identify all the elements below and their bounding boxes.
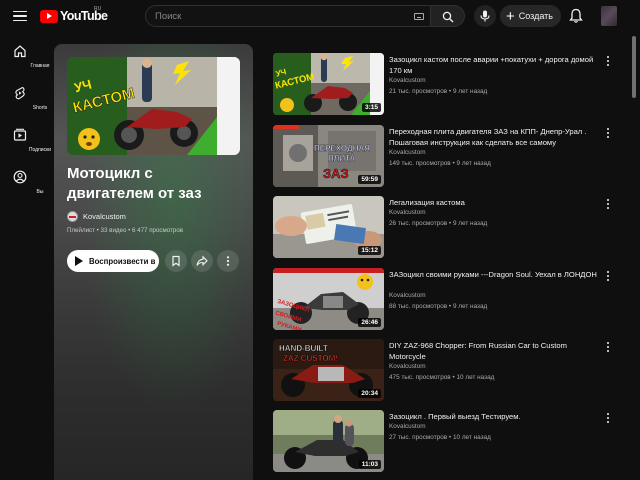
playlist-video-item[interactable]: ЗАЗОЦИКЛ СВОИМИ РУКАМИ 26:46 ЗАЗоцикл св… — [273, 268, 620, 332]
sidebar-item-subscriptions[interactable]: Подписки — [0, 120, 51, 160]
share-icon — [196, 255, 208, 267]
video-meta: 21 тыс. просмотров • 9 лет назад — [389, 88, 488, 95]
video-title[interactable]: Зазоцикл кастом после аварии +покатухи +… — [389, 54, 599, 76]
playlist-video-item[interactable]: 11:03 Зазоцикл . Первый выезд Тестируем.… — [273, 410, 620, 474]
search-button[interactable] — [431, 5, 465, 27]
save-icon — [172, 255, 180, 267]
video-duration: 59:59 — [358, 175, 381, 184]
svg-text:HAND-BUILT: HAND-BUILT — [279, 344, 328, 353]
bell-icon[interactable] — [569, 8, 583, 24]
video-duration: 20:34 — [358, 389, 381, 398]
top-bar: YouTube RU Поиск + Создать — [0, 0, 640, 32]
create-button[interactable]: + Создать — [500, 5, 561, 27]
video-channel[interactable]: Kovalcustom — [389, 363, 426, 370]
video-thumbnail[interactable]: 15:12 — [273, 196, 384, 258]
scrollbar-thumb[interactable] — [632, 36, 636, 98]
video-title[interactable]: Зазоцикл . Первый выезд Тестируем. — [389, 411, 599, 422]
video-duration: 26:46 — [358, 318, 381, 327]
video-channel[interactable]: Kovalcustom — [389, 423, 426, 430]
more-icon — [226, 256, 230, 266]
video-thumbnail[interactable]: ЗАЗОЦИКЛ СВОИМИ РУКАМИ 26:46 — [273, 268, 384, 330]
channel-name[interactable]: Kovalcustom — [83, 212, 126, 221]
video-more-icon[interactable] — [603, 342, 613, 354]
video-title[interactable]: Переходная плита двигателя ЗАЗ на КПП- Д… — [389, 126, 599, 148]
sidebar-item-shorts[interactable]: Shorts — [0, 78, 47, 118]
video-channel[interactable]: Kovalcustom — [389, 149, 426, 156]
play-all-button[interactable]: Воспроизвести все — [67, 250, 159, 272]
create-label: Создать — [518, 11, 553, 21]
you-icon — [13, 170, 27, 184]
playlist-thumbnail[interactable]: УЧ КАСТОМ — [67, 57, 240, 155]
playlist-video-item[interactable]: 15:12 Легализация кастома Kovalcustom 26… — [273, 196, 620, 260]
search-icon — [442, 11, 454, 23]
playlist-header: УЧ КАСТОМ Мотоцикл с двигателем от заз K… — [54, 44, 253, 480]
video-more-icon[interactable] — [603, 413, 613, 425]
playlist-video-item[interactable]: ПЕРЕХОДНАЯ ПЛИТА ЗАЗ 59:59 Переходная пл… — [273, 125, 620, 189]
account-avatar[interactable] — [601, 6, 617, 26]
video-thumbnail[interactable]: ПЕРЕХОДНАЯ ПЛИТА ЗАЗ 59:59 — [273, 125, 384, 187]
video-meta: 26 тыс. просмотров • 9 лет назад — [389, 220, 488, 227]
voice-search-button[interactable] — [474, 5, 496, 27]
video-thumbnail[interactable]: HAND-BUILT ZAZ CUSTOM! 20:34 — [273, 339, 384, 401]
svg-text:ПЕРЕХОДНАЯ: ПЕРЕХОДНАЯ — [314, 144, 370, 153]
video-meta: 475 тыс. просмотров • 10 лет назад — [389, 374, 495, 381]
playlist-video-item[interactable]: УЧ КАСТОМ 3:15 Зазоцикл кастом после ава… — [273, 53, 620, 117]
video-channel[interactable]: Kovalcustom — [389, 292, 426, 299]
video-duration: 11:03 — [358, 460, 381, 469]
youtube-play-icon — [40, 9, 58, 23]
sidebar-item-you[interactable]: Вы — [0, 162, 43, 202]
playlist-thumbnail-image: УЧ КАСТОМ — [67, 57, 240, 155]
video-channel[interactable]: Kovalcustom — [389, 77, 426, 84]
home-icon — [14, 45, 26, 58]
video-more-icon[interactable] — [603, 199, 613, 211]
playlist-title: Мотоцикл с двигателем от заз — [67, 165, 202, 202]
video-meta: 149 тыс. просмотров • 9 лет назад — [389, 160, 491, 167]
search-placeholder: Поиск — [155, 11, 182, 22]
video-more-icon[interactable] — [603, 271, 613, 283]
video-more-icon[interactable] — [603, 128, 613, 140]
video-meta: 27 тыс. просмотров • 10 лет назад — [389, 434, 491, 441]
mic-icon — [480, 10, 490, 22]
playlist-meta: Плейлист • 33 видео • 6 477 просмотров — [67, 227, 184, 234]
share-playlist-button[interactable] — [191, 250, 213, 272]
video-title[interactable]: Легализация кастома — [389, 197, 599, 208]
playlist-video-item[interactable]: HAND-BUILT ZAZ CUSTOM! 20:34 DIY ZAZ-968… — [273, 339, 620, 403]
svg-text:ZAZ CUSTOM!: ZAZ CUSTOM! — [283, 354, 338, 363]
play-icon — [75, 256, 83, 266]
keyboard-icon[interactable] — [414, 13, 424, 20]
video-thumbnail[interactable]: УЧ КАСТОМ 3:15 — [273, 53, 384, 115]
video-duration: 15:12 — [358, 246, 381, 255]
play-all-label: Воспроизвести все — [89, 256, 155, 266]
more-actions-button[interactable] — [217, 250, 239, 272]
channel-avatar — [67, 210, 78, 222]
subscriptions-icon — [13, 128, 27, 141]
region-code: RU — [94, 6, 102, 12]
video-title[interactable]: ЗАЗоцикл своими руками ---Dragon Soul. У… — [389, 269, 599, 280]
search-input[interactable]: Поиск — [145, 5, 431, 27]
video-duration: 3:15 — [361, 103, 381, 112]
shorts-icon — [15, 86, 25, 100]
plus-icon: + — [506, 7, 515, 25]
video-more-icon[interactable] — [603, 56, 613, 68]
video-title[interactable]: DIY ZAZ-968 Chopper: From Russian Car to… — [389, 340, 599, 362]
video-thumbnail[interactable]: 11:03 — [273, 410, 384, 472]
sidebar-item-home[interactable]: Главная — [0, 36, 50, 76]
playlist-channel[interactable]: Kovalcustom — [67, 210, 126, 222]
save-playlist-button[interactable] — [165, 250, 187, 272]
svg-text:ЗАЗ: ЗАЗ — [323, 166, 349, 181]
menu-icon[interactable] — [10, 6, 30, 26]
svg-text:ПЛИТА: ПЛИТА — [328, 154, 355, 163]
video-channel[interactable]: Kovalcustom — [389, 209, 426, 216]
video-meta: 88 тыс. просмотров • 9 лет назад — [389, 303, 488, 310]
page-scrollbar[interactable] — [630, 32, 638, 480]
